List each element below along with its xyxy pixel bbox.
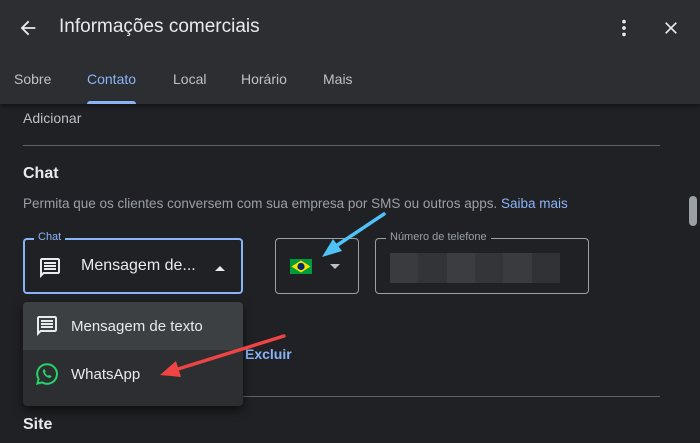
- chat-type-dropdown: Mensagem de texto WhatsApp: [23, 302, 243, 406]
- message-icon: [37, 316, 57, 336]
- phone-number-field[interactable]: Número de telefone: [375, 231, 589, 294]
- country-code-select[interactable]: [275, 238, 359, 294]
- tab-contato[interactable]: Contato: [87, 60, 137, 104]
- option-label: Mensagem de texto: [71, 317, 203, 335]
- option-label: WhatsApp: [71, 365, 141, 383]
- close-icon: [665, 22, 677, 34]
- redacted-phone-number: [390, 253, 560, 283]
- arrow-back-icon: [20, 20, 36, 36]
- tab-local[interactable]: Local: [173, 60, 206, 104]
- delete-button[interactable]: Excluir: [245, 346, 292, 362]
- add-link[interactable]: Adicionar: [23, 110, 81, 126]
- tab-sobre[interactable]: Sobre: [14, 60, 51, 104]
- chat-description: Permita que os clientes conversem com su…: [23, 196, 568, 211]
- chat-description-text: Permita que os clientes conversem com su…: [23, 196, 498, 211]
- option-whatsapp[interactable]: WhatsApp: [23, 350, 243, 398]
- whatsapp-icon: [36, 363, 58, 385]
- tab-mais[interactable]: Mais: [323, 60, 353, 104]
- chat-section-title: Chat: [23, 165, 59, 182]
- chat-select-label: Chat: [34, 231, 66, 243]
- page-title: Informações comerciais: [59, 16, 260, 37]
- chevron-down-icon: [330, 264, 340, 269]
- chevron-up-icon: [215, 266, 225, 271]
- more-vert-icon: [622, 19, 626, 37]
- brazil-flag-icon: [290, 259, 312, 274]
- section-divider: [23, 145, 660, 146]
- close-button[interactable]: [657, 14, 685, 42]
- more-options-button[interactable]: [610, 14, 638, 42]
- tab-horario[interactable]: Horário: [241, 60, 287, 104]
- learn-more-link[interactable]: Saiba mais: [501, 196, 568, 211]
- chat-select-value: Mensagem de...: [81, 257, 196, 274]
- chat-type-select[interactable]: Chat Mensagem de...: [23, 231, 243, 294]
- dialog-header: Informações comerciais Sobre Contato Loc…: [0, 0, 700, 104]
- option-text-message[interactable]: Mensagem de texto: [23, 302, 243, 350]
- site-section-title: Site: [23, 416, 53, 433]
- section-divider: [240, 396, 660, 397]
- scrollbar-thumb[interactable]: [689, 196, 697, 226]
- phone-field-label: Número de telefone: [386, 231, 491, 243]
- message-icon: [40, 258, 60, 278]
- back-button[interactable]: [14, 14, 42, 42]
- scrollbar[interactable]: [686, 104, 700, 443]
